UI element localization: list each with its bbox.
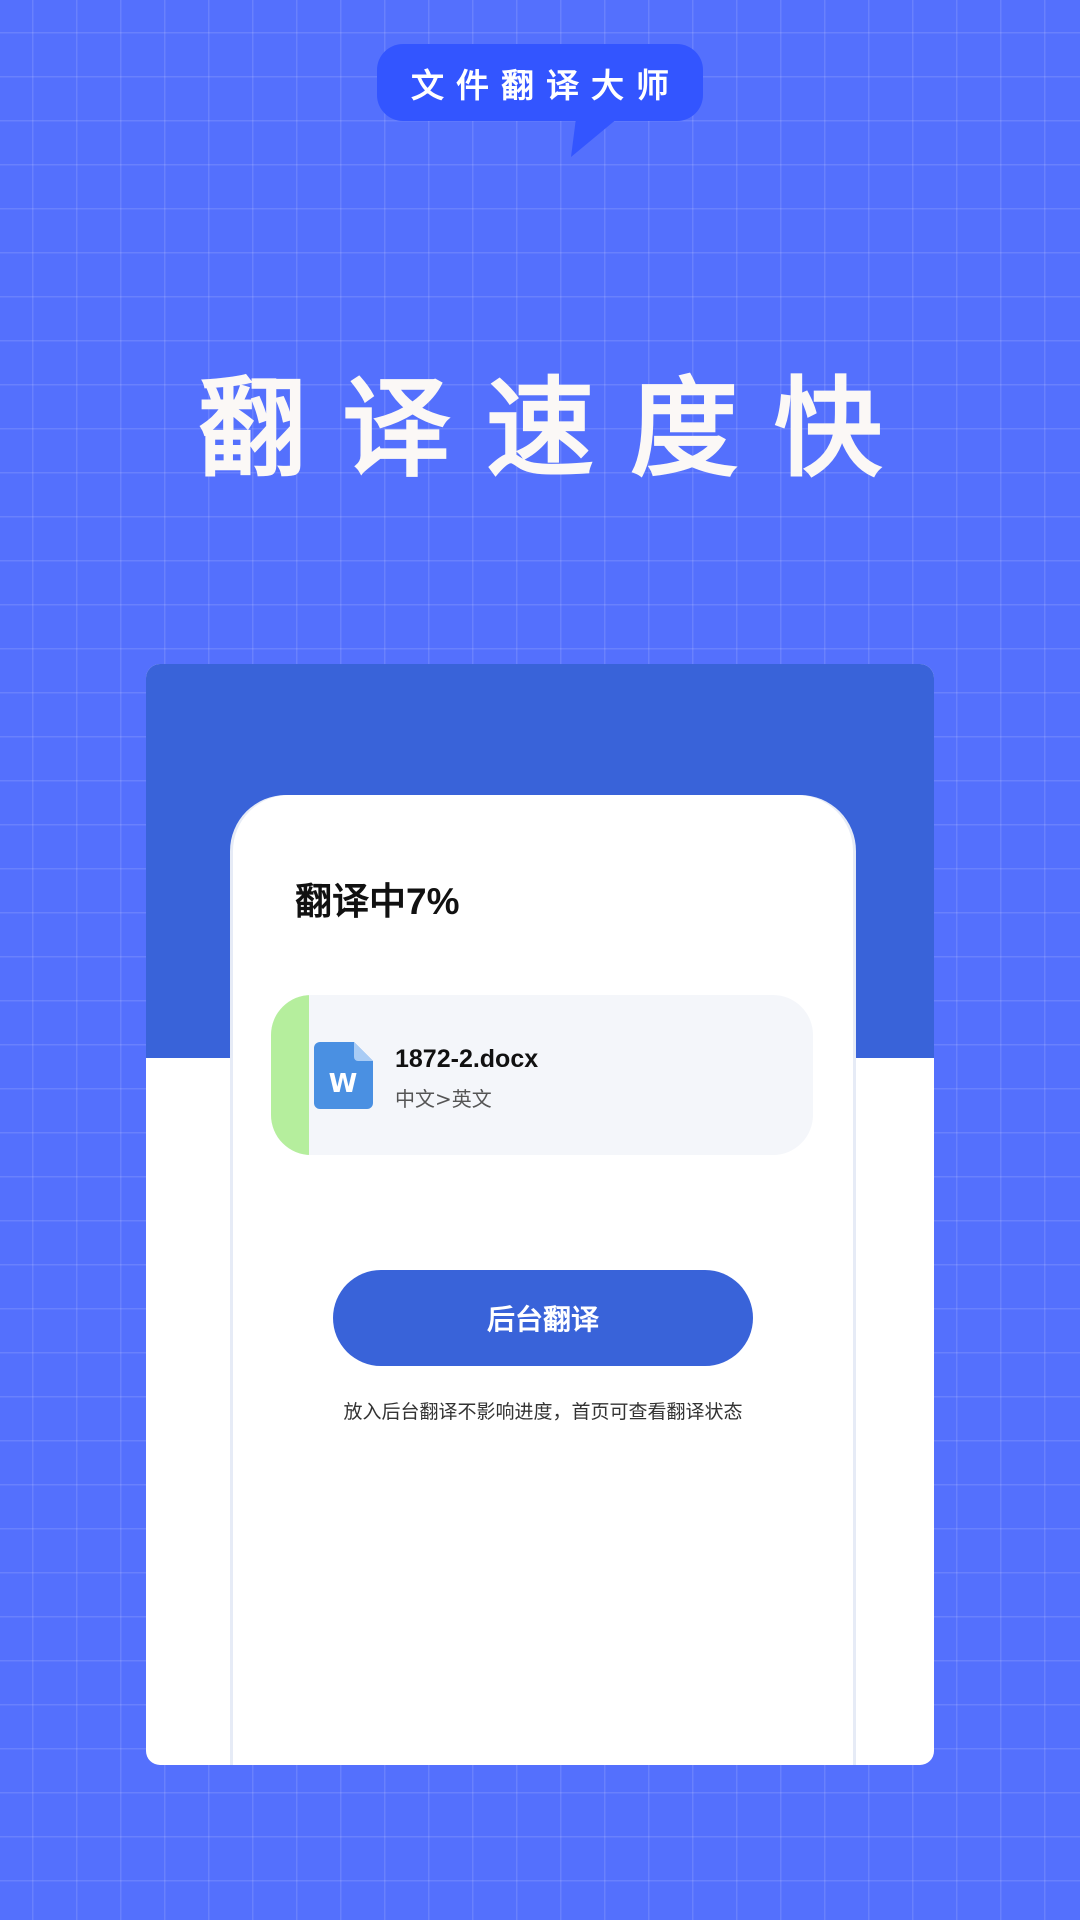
word-icon-letter: W: [329, 1069, 358, 1099]
translation-status-title: 翻译中7%: [295, 881, 460, 922]
file-list-item[interactable]: W 1872-2.docx 中文>英文: [271, 995, 813, 1155]
brand-label: 文件翻译大师: [411, 65, 681, 105]
file-progress-bar: [271, 995, 309, 1155]
brand-badge: 文件翻译大师: [377, 44, 703, 121]
hero-headline: 翻译速度快: [197, 367, 918, 492]
language-pair: 中文>英文: [395, 1087, 492, 1111]
phone-mockup-card: 翻译中7% W 1872-2.docx 中文>英文 后台翻译 放入后台翻译不影响…: [146, 664, 934, 1765]
word-document-icon: W: [314, 1042, 373, 1109]
file-name: 1872-2.docx: [395, 1045, 539, 1073]
background-translate-button[interactable]: 后台翻译: [333, 1270, 753, 1366]
background-translate-hint: 放入后台翻译不影响进度，首页可查看翻译状态: [343, 1401, 743, 1423]
translation-progress-dialog: 翻译中7% W 1872-2.docx 中文>英文 后台翻译 放入后台翻译不影响…: [233, 795, 853, 1765]
